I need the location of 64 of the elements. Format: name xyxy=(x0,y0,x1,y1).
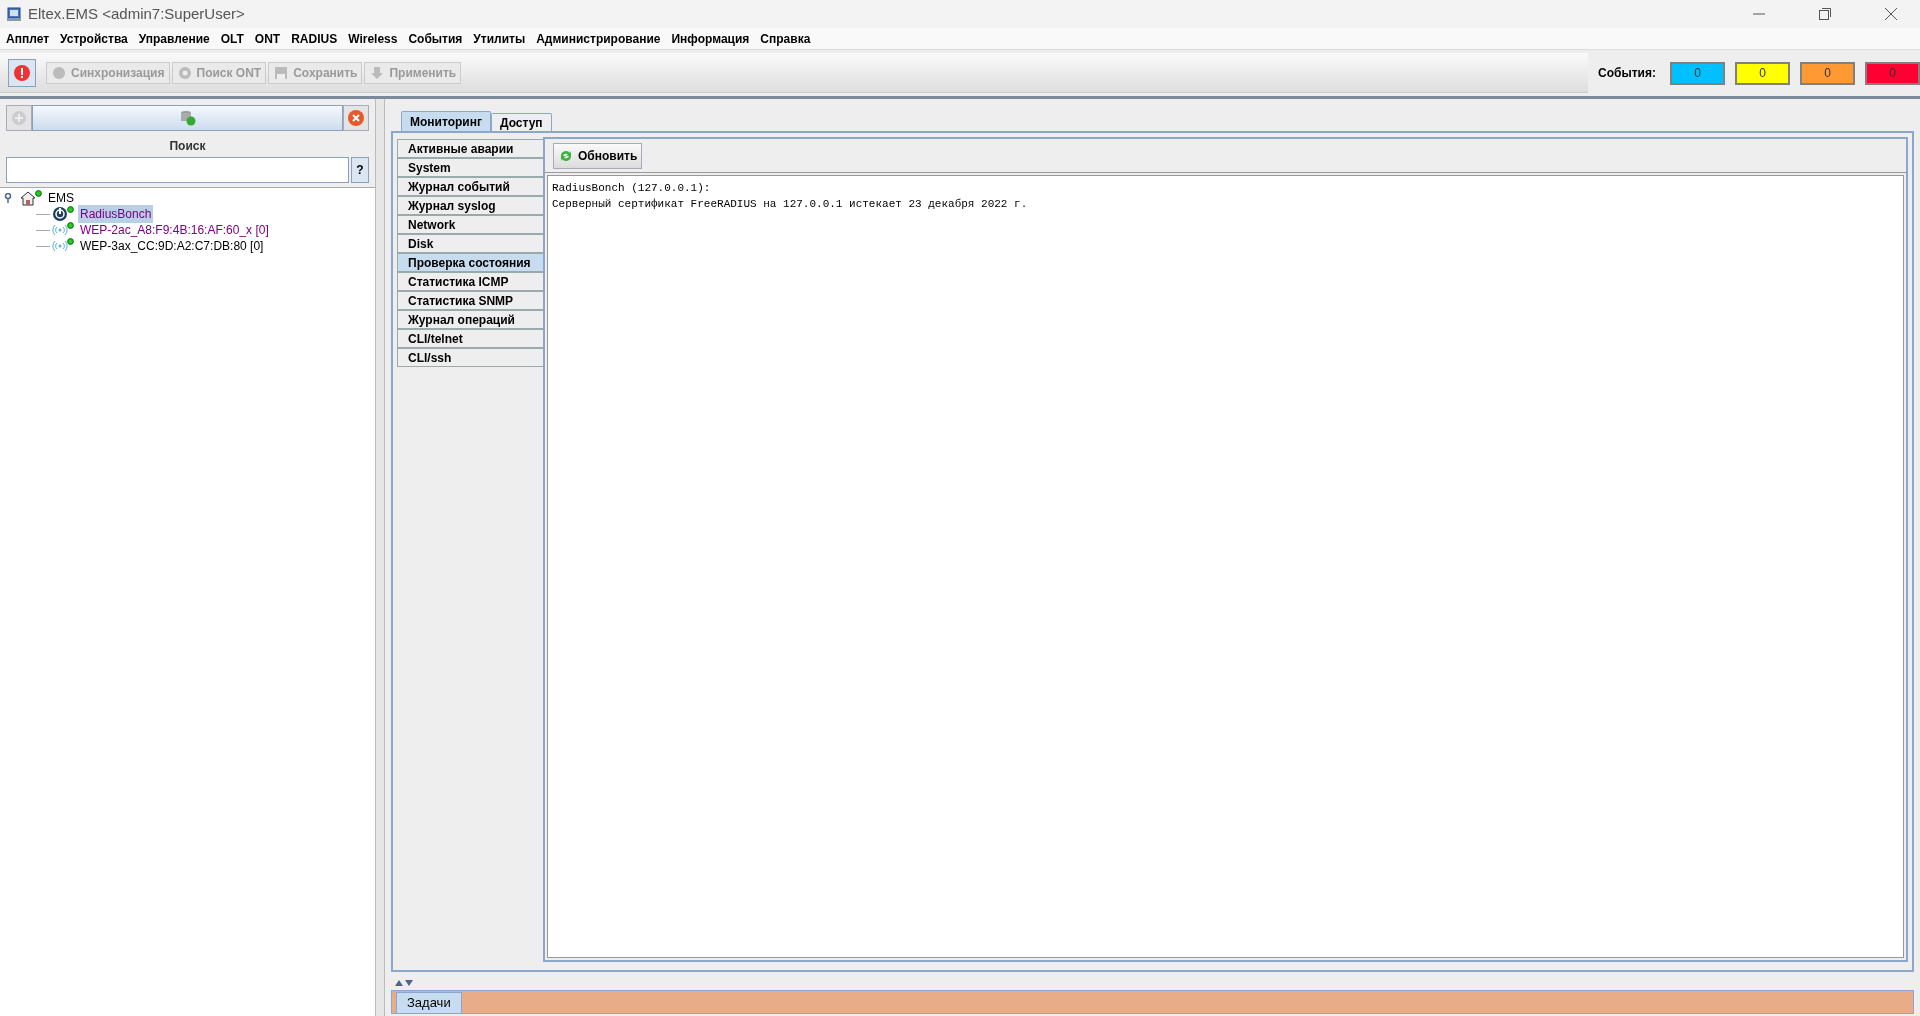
side-tab[interactable]: Журнал syslog xyxy=(397,196,543,215)
tab[interactable]: Мониторинг xyxy=(401,111,491,131)
side-tab[interactable]: Network xyxy=(397,215,543,234)
power-icon xyxy=(52,206,68,222)
wireless-icon xyxy=(52,238,68,254)
status-dot-icon xyxy=(67,206,74,213)
side-tab[interactable]: Активные аварии xyxy=(397,139,543,158)
menu-item[interactable]: Администрирование xyxy=(536,29,661,48)
refresh-tree-button[interactable] xyxy=(32,105,343,131)
events-label: События: xyxy=(1598,65,1656,82)
search-label: Поиск xyxy=(168,138,207,155)
app-icon xyxy=(6,6,22,22)
search-field[interactable] xyxy=(6,157,349,183)
restore-icon[interactable] xyxy=(1818,7,1832,21)
tree-item[interactable]: WEP-2ac_A8:F9:4B:16:AF:60_x [0] xyxy=(78,221,271,239)
database-refresh-icon xyxy=(178,109,197,127)
menu-item[interactable]: Апплет xyxy=(6,29,50,48)
side-tab[interactable]: CLI/ssh xyxy=(397,348,543,367)
menu-item[interactable]: Управление xyxy=(138,29,210,48)
event-counter[interactable]: 0 xyxy=(1670,61,1725,85)
event-counter[interactable]: 0 xyxy=(1735,61,1790,85)
window-title: Eltex.EMS <admin7:SuperUser> xyxy=(28,3,245,24)
status-dot-icon xyxy=(35,190,42,197)
expanded-node-icon[interactable] xyxy=(4,193,12,203)
status-dot-icon xyxy=(67,222,74,229)
close-button[interactable] xyxy=(343,105,369,131)
alarm-button[interactable] xyxy=(8,58,36,87)
event-counter[interactable]: 0 xyxy=(1800,61,1855,85)
tree-item[interactable]: RadiusBonch xyxy=(78,205,154,223)
collapse-down-icon[interactable] xyxy=(405,980,413,986)
output-text-area: RadiusBonch (127.0.0.1): Серверный сертификат FreeRADIUS на 127.0.0.1 истекает 23 декабря 2022 г. xyxy=(547,175,1904,958)
menu-item[interactable]: RADIUS xyxy=(291,29,338,48)
side-tab[interactable]: Статистика SNMP xyxy=(397,291,543,310)
menu-item[interactable]: События xyxy=(408,29,463,48)
status-dot-icon xyxy=(67,238,74,245)
menu-item[interactable]: OLT xyxy=(220,29,244,48)
tab[interactable]: Доступ xyxy=(490,113,552,131)
plus-icon xyxy=(11,110,27,126)
house-icon xyxy=(20,190,36,206)
menu-item[interactable]: Устройства xyxy=(60,29,128,48)
side-tab[interactable]: CLI/telnet xyxy=(397,329,543,348)
down-arrow-icon xyxy=(369,64,386,81)
close-icon xyxy=(347,109,365,127)
expand-up-icon[interactable] xyxy=(395,980,403,986)
help-button[interactable]: ? xyxy=(351,157,369,183)
wireless-icon xyxy=(52,222,68,238)
side-tab[interactable]: Disk xyxy=(397,234,543,253)
menu-item[interactable]: ONT xyxy=(254,29,281,48)
tree-item[interactable]: EMS xyxy=(46,189,76,207)
close-icon[interactable] xyxy=(1884,7,1898,21)
tab[interactable]: Задачи xyxy=(396,992,462,1013)
tree-item[interactable]: WEP-3ax_CC:9D:A2:C7:DB:80 [0] xyxy=(78,237,266,255)
alert-icon xyxy=(13,63,31,82)
save-icon xyxy=(273,64,290,81)
side-tab[interactable]: Статистика ICMP xyxy=(397,272,543,291)
menu-item[interactable]: Wireless xyxy=(348,29,398,48)
refresh-button[interactable]: Обновить xyxy=(553,142,643,169)
side-tab[interactable]: Журнал операций xyxy=(397,310,543,329)
side-tab[interactable]: Проверка состояния xyxy=(397,253,543,272)
side-tab[interactable]: Журнал событий xyxy=(397,177,543,196)
menu-item[interactable]: Информация xyxy=(671,29,750,48)
menu-item[interactable]: Утилиты xyxy=(473,29,526,48)
menu-item[interactable]: Справка xyxy=(760,29,811,48)
side-tab[interactable]: System xyxy=(397,158,543,177)
